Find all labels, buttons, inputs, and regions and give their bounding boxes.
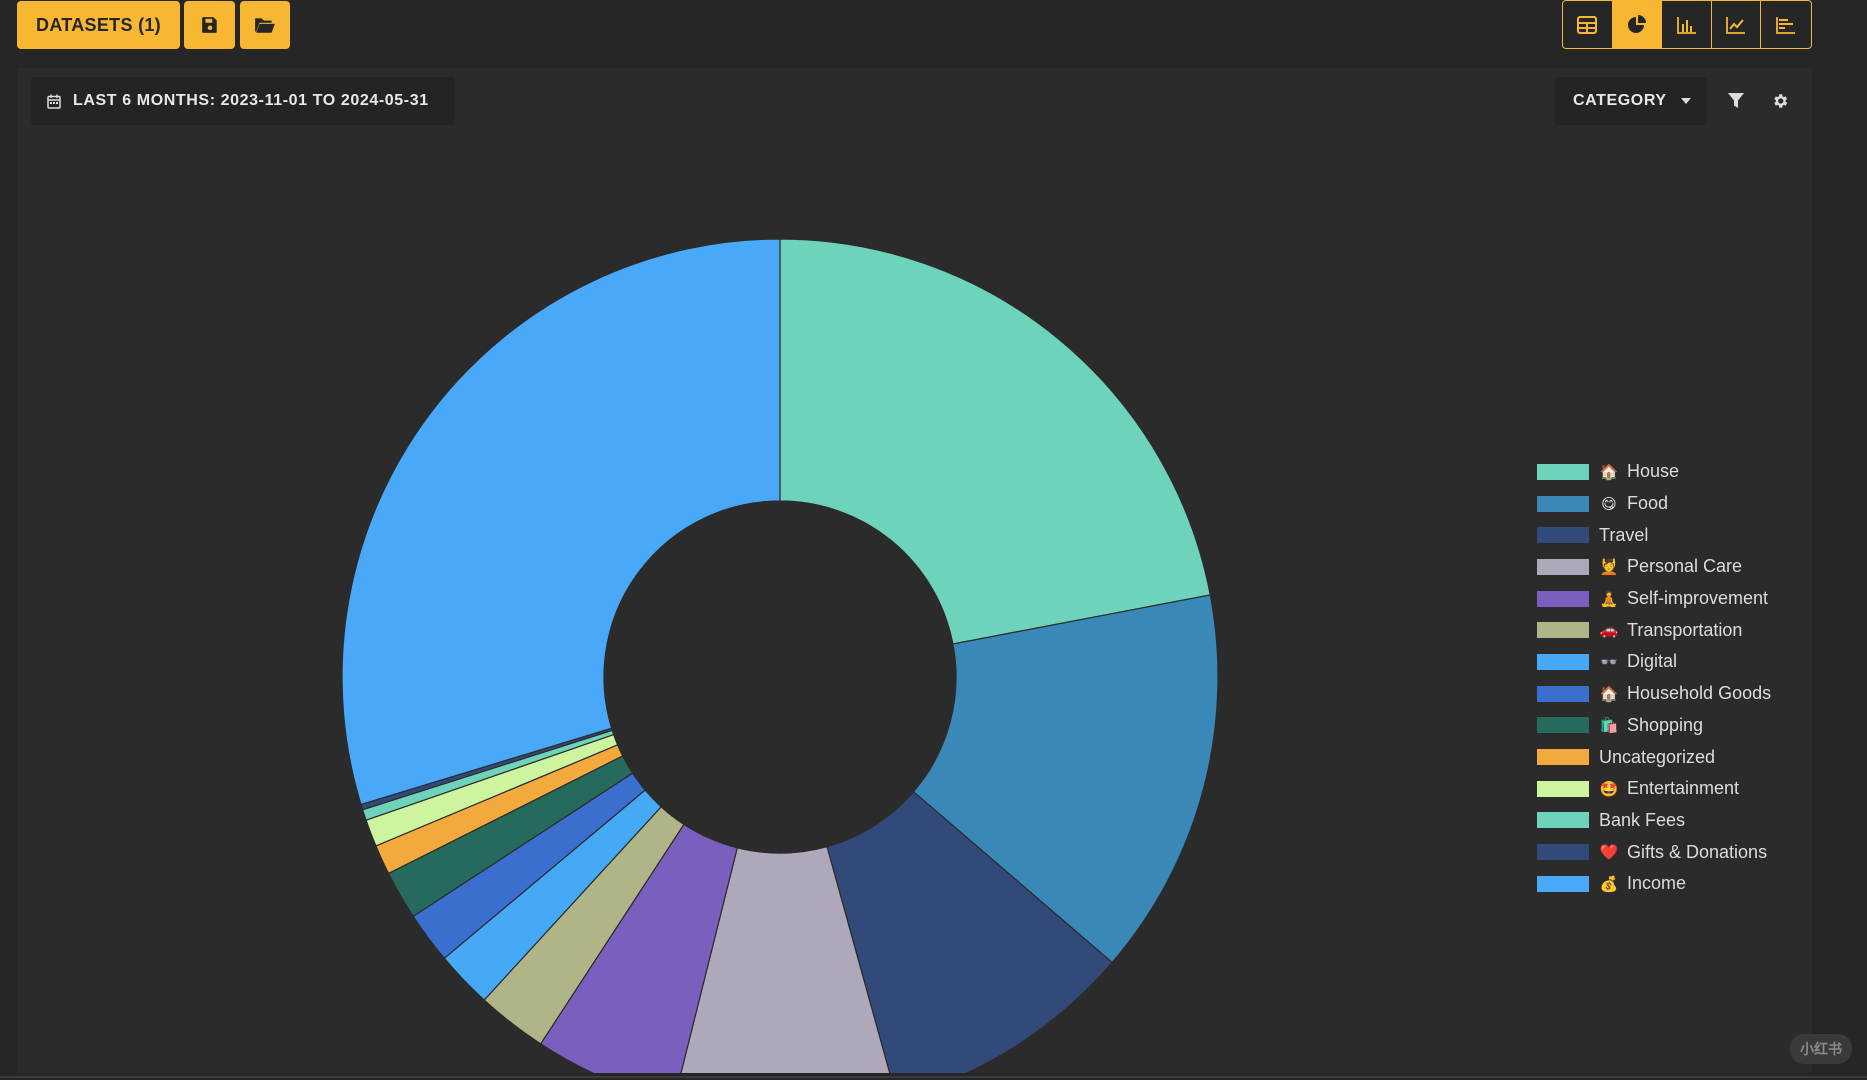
gear-icon: [1774, 94, 1788, 108]
line-chart-icon: [1726, 16, 1746, 34]
date-range-selector[interactable]: LAST 6 MONTHS: 2023-11-01 TO 2024-05-31: [31, 77, 455, 125]
legend-label: Food: [1627, 493, 1669, 514]
chart-legend: 🏠 House 😋 Food Travel 💆 Personal Care 🧘 Self-imp…: [1537, 456, 1807, 900]
legend-swatch: [1537, 590, 1589, 607]
legend-emoji-icon: 🚗: [1599, 622, 1619, 640]
bar-chart-icon: [1676, 16, 1696, 34]
line-view-button[interactable]: [1712, 1, 1762, 48]
legend-label: Digital: [1627, 651, 1678, 672]
pie-slice-house[interactable]: [779, 238, 1211, 645]
table-view-button[interactable]: [1563, 1, 1613, 48]
legend-label: Transportation: [1627, 619, 1743, 640]
legend-label: Entertainment: [1627, 778, 1740, 799]
legend-emoji-icon: 🤩: [1599, 780, 1619, 798]
legend-swatch: [1537, 780, 1589, 797]
legend-item[interactable]: 🚗 Transportation: [1537, 614, 1807, 646]
legend-item[interactable]: 🤩 Entertainment: [1537, 773, 1807, 805]
pie-chart-icon: [1627, 14, 1646, 33]
legend-swatch: [1537, 749, 1589, 766]
legend-item[interactable]: Uncategorized: [1537, 741, 1807, 773]
legend-swatch: [1537, 875, 1589, 892]
filter-button[interactable]: [1723, 88, 1749, 114]
legend-swatch: [1537, 558, 1589, 575]
chart-area: 🏠 House 😋 Food Travel 💆 Personal Care 🧘 Self-imp…: [17, 136, 1812, 1073]
watermark: 小红书: [1790, 1034, 1852, 1064]
legend-item[interactable]: 🏠 Household Goods: [1537, 678, 1807, 710]
legend-emoji-icon: 🧘: [1599, 590, 1619, 608]
legend-item[interactable]: ❤️ Gifts & Donations: [1537, 836, 1807, 868]
folder-open-icon: [255, 18, 275, 33]
caret-down-icon: [1681, 98, 1691, 104]
chart-panel: LAST 6 MONTHS: 2023-11-01 TO 2024-05-31 …: [17, 68, 1812, 1073]
legend-emoji-icon: 😋: [1601, 495, 1617, 513]
save-button[interactable]: [184, 1, 235, 49]
legend-label: Uncategorized: [1599, 746, 1716, 767]
legend-swatch: [1537, 844, 1589, 861]
open-folder-button[interactable]: [240, 1, 290, 49]
legend-emoji-icon: 🏠: [1599, 685, 1619, 703]
calendar-icon: [47, 94, 61, 109]
legend-label: Shopping: [1627, 714, 1704, 735]
view-switcher: [1562, 0, 1812, 49]
group-by-select[interactable]: CATEGORY: [1555, 77, 1707, 125]
save-icon: [201, 17, 217, 33]
bar-view-button[interactable]: [1662, 1, 1712, 48]
legend-label: Household Goods: [1627, 683, 1772, 704]
legend-label: Personal Care: [1627, 556, 1743, 577]
legend-item[interactable]: 🛍️ Shopping: [1537, 710, 1807, 742]
legend-swatch: [1537, 527, 1589, 544]
datasets-button[interactable]: DATASETS (1): [17, 1, 180, 49]
settings-button[interactable]: [1767, 88, 1793, 114]
legend-swatch: [1537, 463, 1589, 480]
legend-item[interactable]: Travel: [1537, 519, 1807, 551]
legend-swatch: [1537, 653, 1589, 670]
pie-slice-income[interactable]: [341, 238, 781, 806]
legend-label: Travel: [1599, 524, 1649, 545]
legend-label: Self-improvement: [1627, 588, 1769, 609]
legend-emoji-icon: 🛍️: [1599, 717, 1619, 735]
legend-emoji-icon: ❤️: [1599, 844, 1619, 862]
legend-item[interactable]: 👓 Digital: [1537, 646, 1807, 678]
legend-label: House: [1627, 461, 1680, 482]
filter-icon: [1728, 93, 1744, 108]
legend-item[interactable]: 🏠 House: [1537, 456, 1807, 488]
legend-label: Bank Fees: [1599, 809, 1686, 830]
legend-swatch: [1537, 622, 1589, 639]
legend-emoji-icon: 👓: [1599, 653, 1619, 671]
horizontal-bar-view-button[interactable]: [1761, 1, 1811, 48]
legend-swatch: [1537, 685, 1589, 702]
legend-swatch: [1537, 812, 1589, 829]
legend-label: Income: [1627, 873, 1687, 894]
horizontal-bar-chart-icon: [1776, 16, 1796, 34]
bottom-divider: [0, 1076, 1867, 1078]
legend-item[interactable]: 😋 Food: [1537, 488, 1807, 520]
top-toolbar: DATASETS (1): [0, 0, 1867, 66]
legend-item[interactable]: 🧘 Self-improvement: [1537, 583, 1807, 615]
legend-emoji-icon: 💆: [1599, 558, 1619, 576]
legend-emoji-icon: 🏠: [1599, 463, 1619, 481]
legend-swatch: [1537, 717, 1589, 734]
legend-item[interactable]: 💆 Personal Care: [1537, 551, 1807, 583]
table-icon: [1577, 15, 1598, 34]
pie-view-button[interactable]: [1612, 1, 1663, 48]
legend-item[interactable]: 💰 Income: [1537, 868, 1807, 900]
group-by-label: CATEGORY: [1573, 92, 1667, 109]
legend-label: Gifts & Donations: [1627, 841, 1768, 862]
legend-swatch: [1537, 495, 1589, 512]
legend-emoji-icon: 💰: [1599, 875, 1619, 893]
panel-header: LAST 6 MONTHS: 2023-11-01 TO 2024-05-31 …: [17, 68, 1812, 136]
date-range-label: LAST 6 MONTHS: 2023-11-01 TO 2024-05-31: [73, 92, 429, 109]
legend-item[interactable]: Bank Fees: [1537, 805, 1807, 837]
